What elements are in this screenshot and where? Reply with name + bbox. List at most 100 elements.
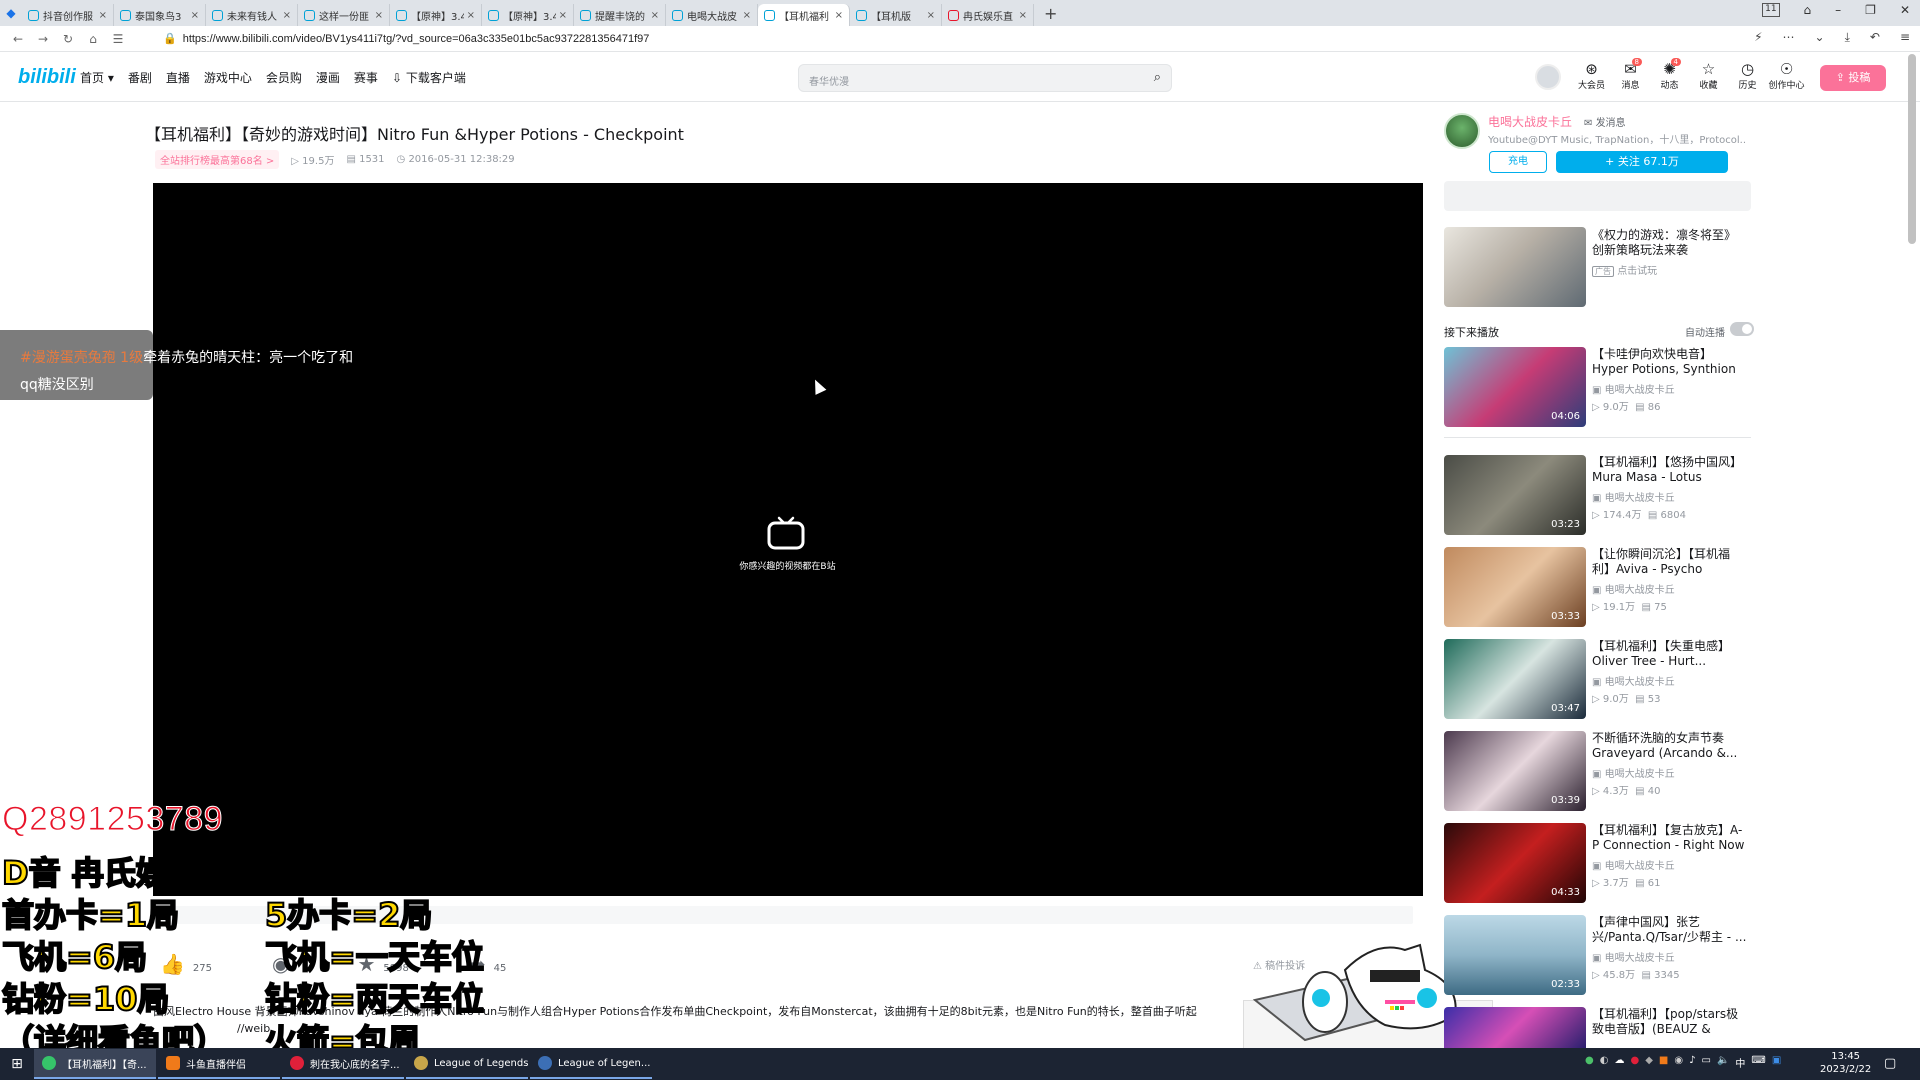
browser-tab[interactable]: 这样一份匪 × (298, 4, 390, 26)
browser-tab[interactable]: 电喝大战皮 × (666, 4, 758, 26)
tray-app-icon[interactable]: ▣ (1772, 1055, 1781, 1070)
send-message-button[interactable]: ✉ 发消息 (1584, 114, 1626, 129)
charge-button[interactable]: 充电 (1489, 151, 1547, 173)
close-tab-icon[interactable]: × (1019, 10, 1027, 21)
nav-vip[interactable]: ⊛ 大会员 (1572, 60, 1611, 91)
chevron-down-icon[interactable]: ⌄ (1815, 30, 1825, 45)
home-icon[interactable]: ⌂ (83, 32, 103, 46)
close-window-icon[interactable]: ✕ (1900, 3, 1910, 17)
nav-item-home[interactable]: 首页 ▾ (80, 69, 114, 86)
rec-video-title[interactable]: 【让你瞬间沉沦】【耳机福利】Aviva - Psycho (1592, 547, 1747, 577)
nav-item-esports[interactable]: 赛事 (354, 69, 378, 86)
forward-icon[interactable]: → (33, 32, 53, 46)
browser-tab[interactable]: 抖音创作服 × (22, 4, 114, 26)
nav-item-live[interactable]: 直播 (166, 69, 190, 86)
follow-button[interactable]: + 关注 67.1万 (1556, 151, 1728, 173)
close-tab-icon[interactable]: × (651, 10, 659, 21)
close-tab-icon[interactable]: × (467, 10, 475, 21)
tray-app-icon[interactable]: ■ (1659, 1055, 1668, 1070)
keyboard-icon[interactable]: ⌨ (1751, 1055, 1765, 1070)
nav-history[interactable]: ◷ 历史 (1728, 60, 1767, 91)
video-thumbnail[interactable]: 04:06 (1444, 347, 1586, 427)
nav-dynamics[interactable]: 4 ✺ 动态 (1650, 58, 1689, 91)
ad-thumbnail[interactable] (1444, 227, 1586, 307)
rec-uploader[interactable]: ▣ 电喝大战皮卡丘 (1592, 581, 1675, 596)
nav-creator-center[interactable]: ☉ 创作中心 (1767, 60, 1806, 91)
video-thumbnail[interactable]: 03:47 (1444, 639, 1586, 719)
menu-icon[interactable]: ≡ (1900, 30, 1910, 45)
browser-tab[interactable]: 泰国象鸟3 × (114, 4, 206, 26)
volume-icon[interactable]: 🔈 (1717, 1055, 1729, 1070)
nav-item-shop[interactable]: 会员购 (266, 69, 302, 86)
close-tab-icon[interactable]: × (283, 10, 291, 21)
back-icon[interactable]: ← (8, 32, 28, 46)
rec-uploader[interactable]: ▣ 电喝大战皮卡丘 (1592, 949, 1675, 964)
uploader-name[interactable]: 电喝大战皮卡丘 (1488, 113, 1572, 130)
ad-title[interactable]: 《权力的游戏：凛冬将至》创新策略玩法来袭 (1592, 228, 1747, 258)
video-thumbnail[interactable]: 03:23 (1444, 455, 1586, 535)
video-thumbnail[interactable] (1444, 1007, 1586, 1048)
video-thumbnail[interactable]: 02:33 (1444, 915, 1586, 995)
taskbar-item[interactable]: 刺在我心底的名字... (282, 1049, 404, 1079)
close-tab-icon[interactable]: × (835, 10, 843, 21)
browser-tab[interactable]: 提醒丰饶的 × (574, 4, 666, 26)
autoplay-toggle[interactable] (1730, 322, 1754, 336)
nav-item-manga[interactable]: 漫画 (316, 69, 340, 86)
close-tab-icon[interactable]: × (99, 10, 107, 21)
new-tab-button[interactable]: + (1044, 4, 1057, 23)
uploader-avatar[interactable] (1444, 113, 1480, 149)
url-field[interactable]: 🔒 https://www.bilibili.com/video/BV1ys411… (163, 32, 649, 45)
close-tab-icon[interactable]: × (559, 10, 567, 21)
rec-uploader[interactable]: ▣ 电喝大战皮卡丘 (1592, 381, 1675, 396)
microphone-icon[interactable]: ♪ (1689, 1055, 1695, 1070)
rec-uploader[interactable]: ▣ 电喝大战皮卡丘 (1592, 489, 1675, 504)
upload-button[interactable]: ⇪ 投稿 (1820, 65, 1886, 91)
video-thumbnail[interactable]: 03:33 (1444, 547, 1586, 627)
undo-icon[interactable]: ↶ (1870, 30, 1880, 45)
browser-tab[interactable]: 【耳机版 × (850, 4, 942, 26)
browser-tab[interactable]: 【原神】3.4 × (482, 4, 574, 26)
taskbar-item[interactable]: League of Legends (406, 1049, 528, 1079)
browser-tab[interactable]: 【原神】3.4 × (390, 4, 482, 26)
user-avatar[interactable] (1535, 64, 1561, 90)
cloud-icon[interactable]: ☁ (1614, 1055, 1624, 1070)
taskbar-clock[interactable]: 13:45 2023/2/22 (1820, 1050, 1871, 1076)
download-icon[interactable]: ⤓ (1845, 30, 1850, 45)
notification-icon[interactable]: ▢ (1884, 1056, 1896, 1071)
rec-video-title[interactable]: 【声律中国风】张艺兴/Panta.Q/Tsar/少帮主 - ... (1592, 915, 1747, 945)
nav-favorites[interactable]: ☆ 收藏 (1689, 60, 1728, 91)
window-count-badge[interactable]: 11 (1762, 3, 1780, 17)
taskbar-item[interactable]: 【耳机福利】【奇... (34, 1049, 156, 1079)
rec-video-title[interactable]: 【耳机福利】【复古放克】A-P Connection - Right Now (… (1592, 823, 1747, 853)
extension-icon[interactable]: ☰ (108, 32, 128, 46)
network-icon[interactable]: ▭ (1701, 1055, 1710, 1070)
lightning-icon[interactable]: ⚡ (1754, 30, 1762, 45)
rec-video-title[interactable]: 【耳机福利】【悠扬中国风】Mura Masa - Lotus Eater... (1592, 455, 1747, 485)
search-input[interactable]: 春华优漫 ⌕ (798, 64, 1172, 92)
nav-item-game-center[interactable]: 游戏中心 (204, 69, 252, 86)
taskbar-item[interactable]: League of Legen... (530, 1049, 652, 1079)
tray-app-icon[interactable]: ◉ (1674, 1055, 1683, 1070)
browser-tab[interactable]: 未来有钱人 × (206, 4, 298, 26)
tray-app-icon[interactable]: ● (1585, 1055, 1594, 1070)
close-tab-icon[interactable]: × (927, 10, 935, 21)
close-tab-icon[interactable]: × (743, 10, 751, 21)
close-tab-icon[interactable]: × (375, 10, 383, 21)
rec-video-title[interactable]: 【卡哇伊向欢快电音】Hyper Potions, Synthion & MYLK… (1592, 347, 1747, 377)
minimize-icon[interactable]: – (1835, 3, 1841, 17)
ime-indicator[interactable]: 中 (1735, 1055, 1745, 1070)
maximize-icon[interactable]: ❐ (1865, 3, 1876, 17)
rec-video-title[interactable]: 不断循环洗脑的女声节奏 Graveyard (Arcando &... (1592, 731, 1747, 761)
rank-badge[interactable]: 全站排行榜最高第68名 > (155, 150, 280, 169)
promo-banner[interactable] (1444, 181, 1751, 211)
page-scrollbar[interactable] (1908, 54, 1916, 244)
rec-uploader[interactable]: ▣ 电喝大战皮卡丘 (1592, 673, 1675, 688)
bilibili-logo[interactable]: bilibili (18, 66, 76, 89)
search-icon[interactable]: ⌕ (1154, 70, 1161, 85)
tray-app-icon[interactable]: ● (1630, 1055, 1639, 1070)
more-icon[interactable]: ⋯ (1783, 30, 1795, 45)
like-button[interactable]: 👍 275 (160, 952, 212, 976)
rec-uploader[interactable]: ▣ 电喝大战皮卡丘 (1592, 857, 1675, 872)
nav-messages[interactable]: 8 ✉ 消息 (1611, 58, 1650, 91)
windows-start-icon[interactable]: ⊞ (0, 1056, 34, 1072)
